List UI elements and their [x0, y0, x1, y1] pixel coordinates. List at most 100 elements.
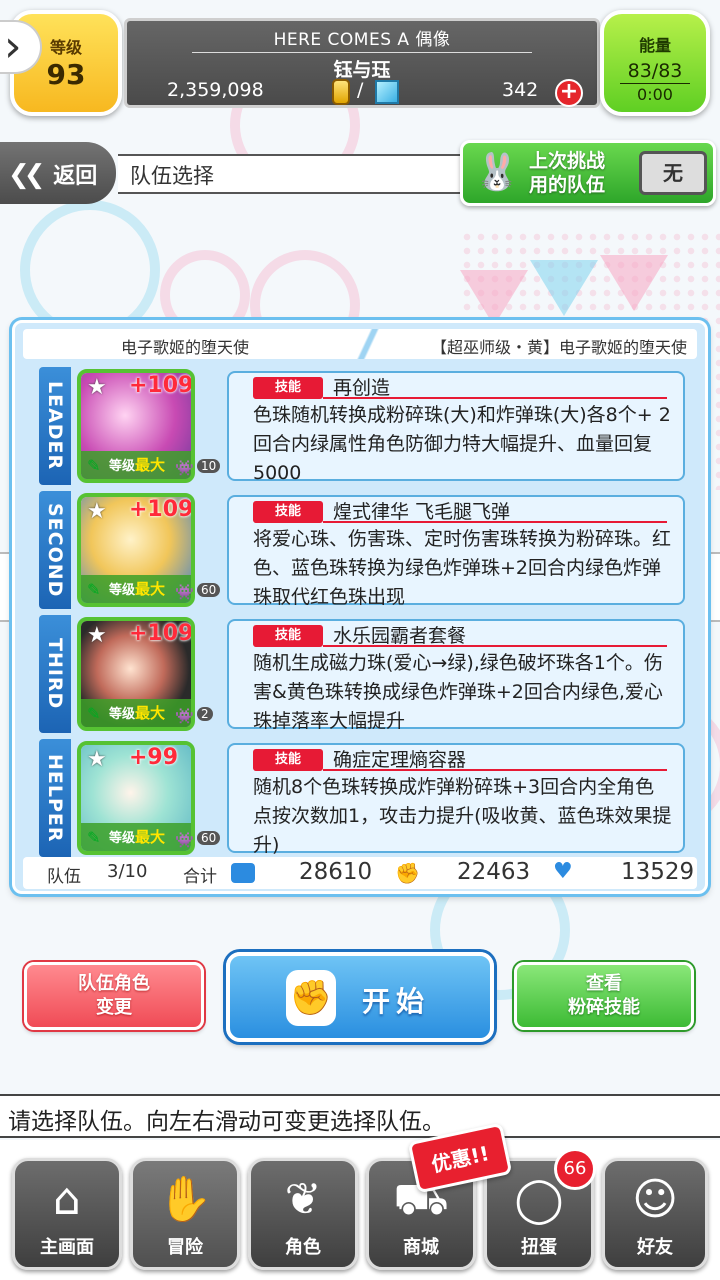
team-panel[interactable]: 电子歌姬的堕天使 【超巫师级・黄】电子歌姬的堕天使 LEADER ★ +109 … [12, 320, 708, 894]
change-members-button[interactable]: 队伍角色 变更 [24, 962, 204, 1030]
handshake-icon: ✋ [157, 1174, 213, 1225]
member-count-badge: 60 [197, 831, 221, 845]
paw-attack-icon: ✊ [395, 861, 420, 885]
energy-label: 能量 [638, 36, 671, 55]
top-header: 等级 93 › HERE COMES A 偶像 钰与珏 2,359,098 / … [0, 0, 720, 122]
level-value: 最大 [135, 580, 166, 598]
invader-icon: 👾 [175, 707, 194, 725]
skill-box: 技能 再创造 色珠随机转换成粉碎珠(大)和炸弹珠(大)各8个+ 2回合内绿属性角… [227, 371, 685, 484]
skill-name: 煌式律华 飞毛腿飞弹 [333, 501, 511, 523]
nav-gacha-label: 扭蛋 [521, 1237, 557, 1258]
invader-icon: 👾 [175, 459, 194, 477]
member-row-helper[interactable]: HELPER ★ +99 ✎ 等级最大 👾 60 技能 确症定理熵容器 随机8个… [35, 739, 695, 857]
start-label: 开始 [362, 985, 431, 1018]
team-label: 队伍 [47, 867, 81, 887]
gacha-count-badge: 66 [554, 1148, 596, 1190]
team-name-bar: 电子歌姬的堕天使 【超巫师级・黄】电子歌姬的堕天使 [23, 329, 697, 359]
last-team-button[interactable]: 🐰 上次挑战 用的队伍 无 [460, 140, 716, 206]
skill-tag: 技能 [253, 749, 323, 771]
member-row-leader[interactable]: LEADER ★ +109 ✎ 等级最大 👾 10 技能 再创造 色珠随机转换成… [35, 367, 695, 485]
team-totals-bar: 队伍 3/10 合计 28610 ✊ 22463 ♥ 13529 [23, 857, 697, 889]
friends-icon: ☺ [632, 1174, 678, 1225]
sum-label: 合计 [183, 867, 217, 887]
nav-adventure-label: 冒险 [167, 1237, 203, 1258]
skill-box: 技能 确症定理熵容器 随机8个色珠转换成炸弹粉碎珠+3回合内全角色点按次数加1，… [227, 743, 685, 856]
last-team-line1: 上次挑战 [529, 150, 606, 172]
gem-icon [375, 80, 399, 104]
nav-characters[interactable]: ❦ 角色 [248, 1158, 358, 1270]
slot-label: LEADER [39, 367, 71, 485]
nav-adventure[interactable]: ✋ 冒险 [130, 1158, 240, 1270]
star-icon: ★ [87, 623, 107, 648]
level-label: 等级 [109, 583, 136, 598]
view-skills-button[interactable]: 查看 粉碎技能 [514, 962, 694, 1030]
hint-message: 请选择队伍。向左右滑动可变更选择队伍。 [0, 1094, 720, 1138]
player-info-bar: HERE COMES A 偶像 钰与珏 2,359,098 / 342 + [124, 18, 600, 108]
nav-friends[interactable]: ☺ 好友 [602, 1158, 708, 1270]
star-icon: ★ [87, 747, 107, 772]
wood-attribute-icon: ✎ [87, 828, 101, 847]
team-name: 电子歌姬的堕天使 [121, 338, 250, 357]
coin-icon [332, 79, 350, 105]
total-heal: 13529 [621, 859, 695, 885]
nav-friends-label: 好友 [637, 1237, 673, 1258]
start-button[interactable]: ✊ 开始 [226, 952, 494, 1042]
hp-plus-icon [231, 863, 255, 883]
rabbit-icon: 🐰 [474, 152, 520, 193]
invader-icon: 👾 [175, 583, 194, 601]
skill-name: 再创造 [333, 377, 391, 399]
energy-timer: 0:00 [637, 85, 673, 104]
view-skills-line1: 查看 [586, 973, 622, 994]
star-icon: ★ [87, 375, 107, 400]
nav-characters-label: 角色 [285, 1237, 321, 1258]
skill-box: 技能 煌式律华 飞毛腿飞弹 将爱心珠、伤害珠、定时伤害珠转换为粉碎珠。红色、蓝色… [227, 495, 685, 608]
back-label: 返回 [53, 164, 98, 189]
rabbit-icon: ❦ [284, 1174, 322, 1225]
member-count-badge: 10 [197, 459, 221, 473]
heart-icon: ♥ [553, 859, 573, 884]
navigation-bar: ❮❮ 返回 队伍选择 🐰 上次挑战 用的队伍 无 [0, 140, 720, 206]
slot-label: SECOND [39, 491, 71, 609]
level-value: 最大 [135, 828, 166, 846]
nav-home[interactable]: ⌂ 主画面 [12, 1158, 122, 1270]
plus-value: +109 [129, 621, 194, 646]
level-label: 等级 [109, 831, 136, 846]
member-row-second[interactable]: SECOND ★ +109 ✎ 等级最大 👾 60 技能 煌式律华 飞毛腿飞弹 … [35, 491, 695, 609]
page-title: 队伍选择 [118, 154, 468, 194]
wood-attribute-icon: ✎ [87, 580, 101, 599]
energy-badge: 能量 83/83 0:00 [600, 10, 710, 116]
energy-value: 83/83 [627, 60, 683, 82]
bottom-navigation: ⌂ 主画面 ✋ 冒险 ❦ 角色 ⛟ 商城 ◯ 扭蛋 ☺ 好友 [0, 1140, 720, 1280]
wood-attribute-icon: ✎ [87, 704, 101, 723]
plus-value: +99 [129, 745, 179, 770]
level-value: 最大 [135, 704, 166, 722]
total-hp: 28610 [299, 859, 373, 885]
slot-label: THIRD [39, 615, 71, 733]
member-count-badge: 2 [197, 707, 213, 721]
skill-description: 随机8个色珠转换成炸弹粉碎珠+3回合内全角色点按次数加1，攻击力提升(吸收黄、蓝… [253, 776, 672, 856]
level-value: 最大 [135, 456, 166, 474]
member-row-third[interactable]: THIRD ★ +109 ✎ 等级最大 👾 2 技能 水乐园霸者套餐 随机生成磁… [35, 615, 695, 733]
skill-name: 水乐园霸者套餐 [333, 625, 467, 647]
buy-gems-button[interactable]: + [555, 79, 583, 107]
fist-icon: ✊ [286, 970, 336, 1026]
last-team-line2: 用的队伍 [529, 174, 606, 196]
skill-description: 随机生成磁力珠(爱心→绿),绿色破坏珠各1个。伤害&黄色珠转换成绿色炸弹珠+2回… [253, 652, 663, 732]
change-members-line1: 队伍角色 [78, 973, 150, 994]
level-label: 等级 [109, 459, 136, 474]
nav-shop-label: 商城 [403, 1237, 439, 1258]
last-team-value: 无 [639, 151, 707, 195]
skill-name: 确症定理熵容器 [333, 749, 467, 771]
back-button[interactable]: ❮❮ 返回 [0, 142, 116, 204]
skill-tag: 技能 [253, 377, 323, 399]
change-members-line2: 变更 [96, 997, 132, 1018]
level-label: 等级 [109, 707, 136, 722]
member-count-badge: 60 [197, 583, 221, 597]
skill-description: 将爱心珠、伤害珠、定时伤害珠转换为粉碎珠。红色、蓝色珠转换为绿色炸弹珠+2回合内… [253, 528, 672, 608]
event-title: HERE COMES A 偶像 [273, 30, 451, 50]
skill-tag: 技能 [253, 625, 323, 647]
double-chevron-left-icon: ❮❮ [8, 160, 45, 190]
home-icon: ⌂ [53, 1174, 81, 1225]
slot-label: HELPER [39, 739, 71, 857]
view-skills-line2: 粉碎技能 [568, 997, 640, 1018]
